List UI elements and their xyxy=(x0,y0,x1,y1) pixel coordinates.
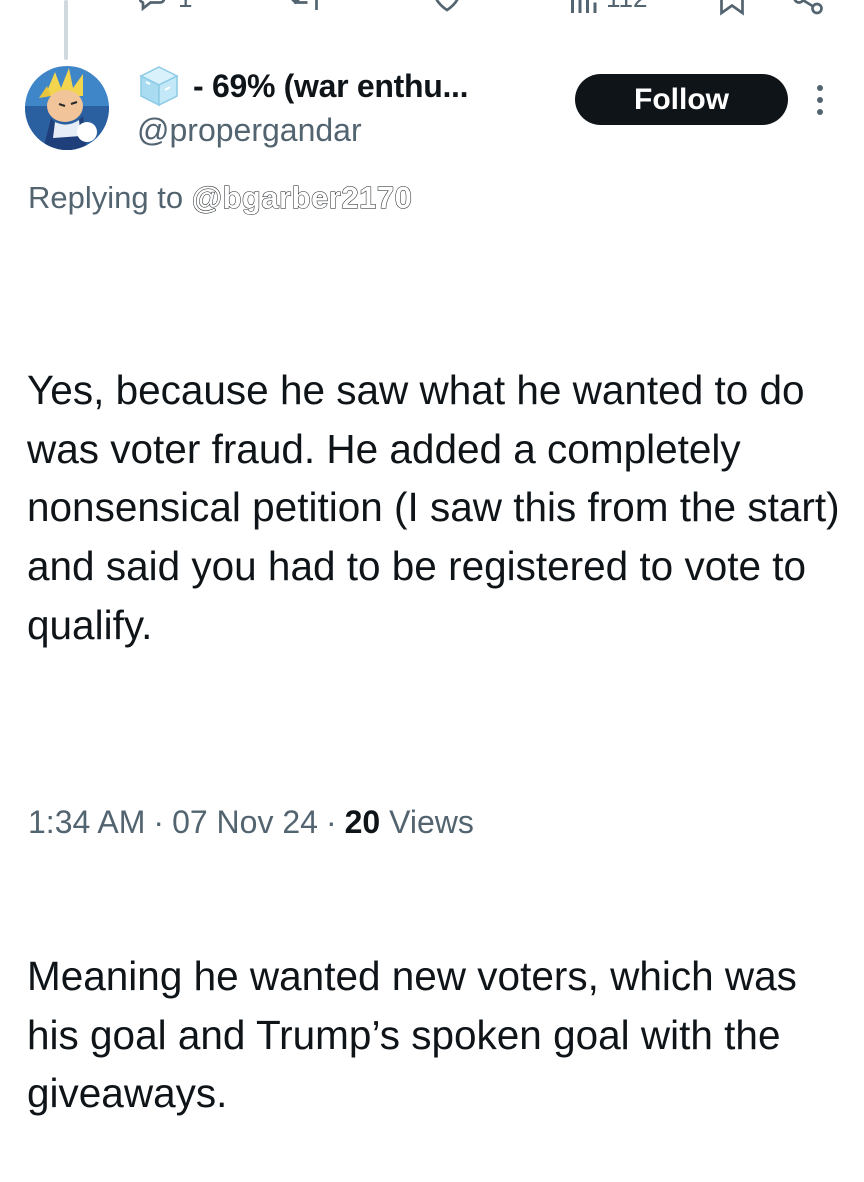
avatar[interactable] xyxy=(25,66,109,150)
ice-cube-icon xyxy=(137,64,181,108)
repost-action[interactable] xyxy=(286,0,326,18)
analytics-icon xyxy=(568,0,598,16)
tweet-text: Yes, because he saw what he wanted to do… xyxy=(27,244,857,1182)
like-action[interactable] xyxy=(428,0,466,18)
author-display-name[interactable]: - 69% (war enthu... xyxy=(193,68,469,105)
separator-dot: · xyxy=(153,804,165,840)
views-count[interactable]: 20 xyxy=(345,804,381,840)
replying-label: Replying to xyxy=(28,180,192,215)
repost-icon xyxy=(286,0,326,16)
tweet-paragraph: Meaning he wanted new voters, which was … xyxy=(27,953,809,1117)
follow-button[interactable]: Follow xyxy=(575,74,788,125)
reply-action[interactable]: 1 xyxy=(134,0,192,18)
reply-count: 1 xyxy=(178,0,192,14)
action-bar: 1 112 xyxy=(0,0,864,18)
views-count-top: 112 xyxy=(606,0,647,14)
bookmark-icon xyxy=(716,0,748,16)
more-options-icon[interactable] xyxy=(812,82,828,118)
reply-icon xyxy=(134,0,170,16)
replying-to: Replying to @bgarber2170 xyxy=(28,176,412,220)
separator-dot: · xyxy=(325,804,337,840)
thread-connector-line xyxy=(64,0,68,60)
views-label[interactable]: Views xyxy=(389,804,474,840)
author-handle[interactable]: @propergandar xyxy=(137,110,362,150)
share-icon xyxy=(790,0,826,16)
avatar-image xyxy=(25,66,109,150)
tweet-time[interactable]: 1:34 AM xyxy=(28,804,145,840)
tweet-meta: 1:34 AM · 07 Nov 24 · 20 Views xyxy=(28,800,474,844)
reply-mention-link[interactable]: @bgarber2170 xyxy=(191,180,412,216)
bookmark-action[interactable] xyxy=(716,0,748,18)
views-action[interactable]: 112 xyxy=(568,0,647,18)
tweet-paragraph: Yes, because he saw what he wanted to do… xyxy=(27,367,851,648)
share-action[interactable] xyxy=(790,0,826,18)
author-name-row[interactable]: - 69% (war enthu... xyxy=(137,62,469,110)
tweet-date[interactable]: 07 Nov 24 xyxy=(172,804,318,840)
heart-icon xyxy=(428,0,466,16)
